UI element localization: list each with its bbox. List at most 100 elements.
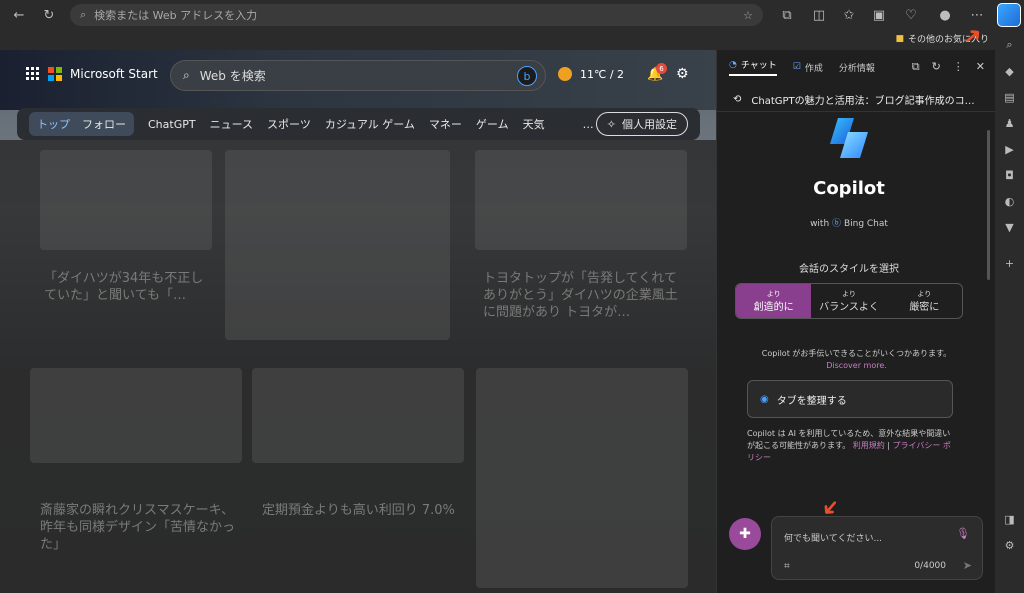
- open-in-new-icon[interactable]: ⧉: [912, 60, 920, 74]
- nav-news[interactable]: ニュース: [210, 116, 253, 132]
- search-icon[interactable]: ⌕: [1001, 36, 1019, 54]
- games-icon[interactable]: ♟: [1001, 114, 1019, 132]
- organize-tabs-button[interactable]: ◉ タブを整理する: [747, 380, 953, 418]
- refresh-icon[interactable]: ↻: [38, 4, 60, 26]
- more-options-icon[interactable]: ⋮: [953, 60, 964, 74]
- weather-card[interactable]: [476, 368, 688, 588]
- tab-chat-label: チャット: [740, 61, 777, 71]
- favorite-star-icon[interactable]: ☆: [743, 9, 753, 22]
- weather-text: 11℃ / 2: [580, 67, 625, 81]
- split-screen-icon[interactable]: ◫: [808, 4, 830, 26]
- refresh-icon[interactable]: ↻: [932, 60, 941, 74]
- notification-badge: 6: [656, 63, 667, 74]
- drop-icon[interactable]: ▼: [1001, 218, 1019, 236]
- msn-start-page: Microsoft Start ⌕ Web を検索 b 11℃ / 2 🔔 6 …: [0, 50, 716, 593]
- add-icon[interactable]: +: [1001, 254, 1019, 272]
- favorites-icon[interactable]: ✩: [838, 4, 860, 26]
- close-icon[interactable]: ✕: [976, 60, 985, 74]
- ad-card-title[interactable]: 定期預金よりも高い利回り 7.0%: [262, 502, 462, 519]
- style-prefix: より: [766, 289, 781, 298]
- chat-icon: ◔: [729, 59, 737, 70]
- style-label-text: 厳密に: [909, 301, 940, 313]
- tools-icon[interactable]: ▤: [1001, 88, 1019, 106]
- news-card-image[interactable]: [30, 368, 242, 463]
- news-card-image[interactable]: [475, 150, 687, 250]
- news-card-title[interactable]: 斎藤家の瞬れクリスマスケーキ、昨年も同様デザイン「苦情なかった」: [40, 502, 240, 553]
- news-card-title[interactable]: トヨタトップが「告発してくれてありがとう」ダイハツの企業風土に問題があり トヨタ…: [483, 270, 687, 321]
- input-placeholder: 何でも聞いてください...: [784, 534, 883, 544]
- style-label: 会話のスタイルを選択: [799, 264, 899, 275]
- nav-more[interactable]: …: [583, 118, 594, 131]
- style-creative[interactable]: より 創造的に: [736, 284, 812, 318]
- recent-chat[interactable]: ⟲ ChatGPTの魅力と活用法：ブログ記事作成のコ…: [717, 88, 996, 112]
- browser-toolbar: ← ↻ ⌕ 検索または Web アドレスを入力 ☆ ⧉ ◫ ✩ ▣ ♡ ● ⋯: [0, 0, 1024, 30]
- style-label-text: バランスよく: [819, 301, 879, 313]
- extensions-icon[interactable]: ⧉: [776, 4, 798, 26]
- with-label: with: [810, 219, 830, 229]
- nav-money[interactable]: マネー: [429, 116, 462, 132]
- new-topic-button[interactable]: ✚: [729, 518, 761, 550]
- microphone-icon[interactable]: 🎙: [956, 527, 970, 540]
- weather-widget[interactable]: 11℃ / 2: [558, 67, 624, 81]
- outlook-icon[interactable]: ◘: [1001, 166, 1019, 184]
- settings-icon[interactable]: ⚙: [1001, 536, 1019, 554]
- news-card-title[interactable]: 「ダイハツが34年も不正していた」と聞いても「…: [44, 270, 214, 304]
- copilot-actions: ⧉ ↻ ⋮ ✕: [912, 60, 985, 74]
- recent-chat-title: ChatGPTの魅力と活用法：ブログ記事作成のコ…: [751, 96, 975, 107]
- tab-compose-label: 作成: [804, 63, 823, 74]
- split-sidebar-icon[interactable]: ◨: [1001, 510, 1019, 528]
- news-list[interactable]: [225, 150, 450, 340]
- nav-top[interactable]: トップ: [37, 116, 70, 132]
- personalize-button[interactable]: ✧ 個人用設定: [595, 112, 688, 136]
- style-prefix: より: [842, 289, 856, 298]
- nav-sports[interactable]: スポーツ: [267, 116, 311, 132]
- dim-overlay: 「ダイハツが34年も不正していた」と聞いても「… トヨタトップが「告発してくれて…: [0, 140, 716, 593]
- profile-avatar-icon[interactable]: ●: [934, 4, 956, 26]
- app-launcher-icon[interactable]: [26, 67, 40, 81]
- history-icon: ⟲: [733, 94, 742, 105]
- personalize-label: 個人用設定: [622, 118, 677, 131]
- compose-icon: ☑: [792, 62, 801, 72]
- bing-icon[interactable]: b: [517, 66, 537, 86]
- chat-input[interactable]: 何でも聞いてください... 🎙 ⌗ 0/4000 ➤: [771, 516, 983, 580]
- edge-icon: ◉: [760, 393, 769, 405]
- nav-follow[interactable]: フォロー: [82, 116, 126, 132]
- shopping-icon[interactable]: ◆: [1001, 62, 1019, 80]
- ad-card-image[interactable]: [252, 368, 464, 463]
- organize-tabs-label: タブを整理する: [776, 395, 847, 407]
- bing-chat-label: Bing Chat: [843, 219, 888, 229]
- edge-sidebar: ⌕ ◆ ▤ ♟ ▶ ◘ ◐ ▼ + ◨ ⚙: [995, 30, 1024, 593]
- office-icon[interactable]: ◐: [1001, 192, 1019, 210]
- back-icon[interactable]: ←: [8, 4, 30, 26]
- settings-gear-icon[interactable]: ⚙: [676, 66, 689, 82]
- bing-icon: ⓑ: [832, 219, 842, 229]
- copilot-panel: ◔ チャット ☑ 作成 分析情報 ⧉ ↻ ⋮ ✕ ⟲ ChatGPTの魅力と活用…: [716, 50, 996, 593]
- tab-compose[interactable]: ☑ 作成: [793, 61, 823, 74]
- tab-insights[interactable]: 分析情報: [839, 61, 875, 74]
- style-label-text: 創造的に: [753, 301, 794, 313]
- send-icon[interactable]: ➤: [963, 559, 972, 572]
- msn-search-input[interactable]: ⌕ Web を検索 b: [170, 60, 546, 91]
- msn-header: Microsoft Start ⌕ Web を検索 b 11℃ / 2 🔔 6 …: [0, 50, 716, 110]
- address-bar[interactable]: ⌕ 検索または Web アドレスを入力 ☆: [70, 4, 763, 26]
- image-input-icon[interactable]: ⌗: [784, 561, 790, 572]
- msn-brand[interactable]: Microsoft Start: [26, 67, 158, 81]
- tab-chat[interactable]: ◔ チャット: [729, 58, 777, 76]
- style-balanced[interactable]: より バランスよく: [811, 284, 886, 318]
- nav-chatgpt[interactable]: ChatGPT: [148, 118, 196, 131]
- discover-more-link[interactable]: Discover more.: [717, 360, 996, 372]
- terms-link[interactable]: 利用規約: [853, 441, 885, 450]
- news-card-image[interactable]: [40, 150, 212, 250]
- health-icon[interactable]: ♡: [900, 4, 922, 26]
- nav-casual-games[interactable]: カジュアル ゲーム: [325, 116, 415, 132]
- collections-icon[interactable]: ▣: [868, 4, 890, 26]
- sun-icon: [558, 67, 572, 81]
- nav-games[interactable]: ゲーム: [476, 116, 509, 132]
- style-prefix: より: [917, 289, 932, 298]
- copilot-toolbar-icon[interactable]: [997, 3, 1021, 27]
- nav-weather[interactable]: 天気: [523, 116, 545, 132]
- style-precise[interactable]: より 厳密に: [887, 284, 962, 318]
- scrollbar[interactable]: [987, 130, 990, 280]
- video-icon[interactable]: ▶: [1001, 140, 1019, 158]
- help-line: Copilot がお手伝いできることがいくつかあります。: [761, 349, 952, 358]
